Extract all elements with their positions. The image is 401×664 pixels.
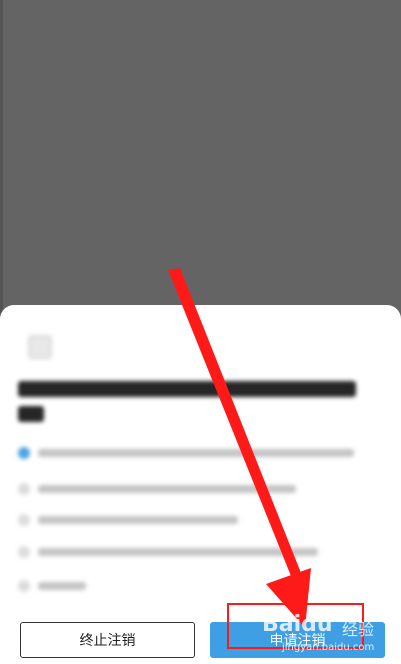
reason-option-3[interactable] — [14, 509, 254, 531]
reason-option-2[interactable] — [14, 478, 314, 500]
reason-option-4-text — [38, 548, 318, 556]
title-line-2 — [18, 406, 44, 422]
reason-option-5[interactable] — [14, 575, 134, 597]
reason-option-5-text — [38, 582, 86, 590]
reason-option-2-text — [38, 485, 296, 493]
radio-icon — [18, 546, 30, 558]
reason-option-1[interactable] — [14, 442, 364, 464]
screen: 终止注销 申请注销 Baidu 经验 jingyan.baidu.com — [0, 0, 401, 664]
watermark-url: jingyan.baidu.com — [282, 642, 375, 653]
watermark-product: 经验 — [342, 620, 375, 639]
reason-option-3-text — [38, 516, 238, 524]
radio-icon — [18, 580, 30, 592]
reason-option-1-text — [38, 449, 354, 457]
terminate-cancellation-button[interactable]: 终止注销 — [20, 622, 195, 658]
close-icon[interactable] — [28, 335, 52, 359]
radio-icon — [18, 514, 30, 526]
title-line-1 — [18, 381, 356, 397]
blurred-content — [0, 305, 401, 605]
radio-selected-icon — [18, 447, 30, 459]
radio-icon — [18, 483, 30, 495]
watermark-brand: Baidu — [262, 612, 333, 637]
baidu-jingyan-watermark: Baidu 经验 jingyan.baidu.com — [262, 612, 392, 658]
reason-option-4[interactable] — [14, 541, 334, 563]
